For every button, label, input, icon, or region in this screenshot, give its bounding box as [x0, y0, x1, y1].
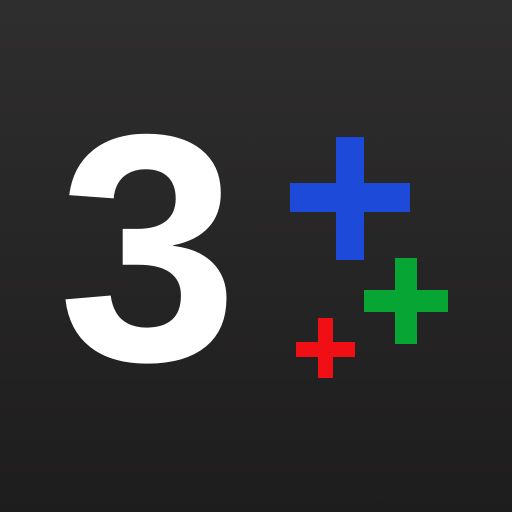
app-icon: 3: [0, 0, 512, 512]
number-three-glyph: 3: [58, 67, 238, 429]
red-plus-vertical-bar: [318, 318, 333, 378]
red-plus-icon: [296, 318, 355, 378]
green-plus-vertical-bar: [395, 258, 417, 344]
green-plus-icon: [364, 258, 448, 344]
blue-plus-icon: [290, 137, 410, 260]
blue-plus-vertical-bar: [336, 137, 364, 260]
